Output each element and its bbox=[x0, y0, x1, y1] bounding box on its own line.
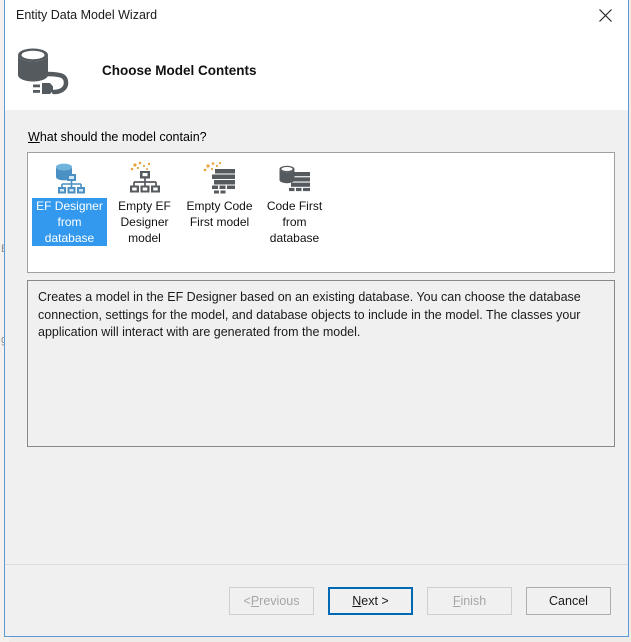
model-item-label: Code First from database bbox=[266, 199, 323, 245]
database-cable-icon bbox=[10, 41, 76, 101]
previous-button[interactable]: < Previous bbox=[229, 586, 314, 615]
dialog-footer: < Previous Next > Finish Cancel bbox=[5, 564, 628, 636]
database-hierarchy-icon bbox=[50, 160, 90, 198]
model-contents-label: What should the model contain? bbox=[28, 130, 207, 144]
model-contents-label-rest: hat should the model contain? bbox=[39, 130, 207, 144]
model-contents-label-accel: W bbox=[28, 130, 40, 144]
dialog-body: What should the model contain? EF Design… bbox=[5, 110, 628, 564]
next-button[interactable]: Next > bbox=[328, 586, 413, 615]
model-description-text: Creates a model in the EF Designer based… bbox=[38, 290, 581, 339]
model-description-box: Creates a model in the EF Designer based… bbox=[27, 280, 615, 447]
finish-button[interactable]: Finish bbox=[427, 586, 512, 615]
window-title: Entity Data Model Wizard bbox=[16, 8, 158, 22]
finish-button-rest: inish bbox=[460, 593, 487, 608]
database-code-list-icon bbox=[275, 160, 315, 198]
hierarchy-sparkle-icon bbox=[125, 160, 165, 198]
model-item-label: EF Designer from database bbox=[32, 198, 107, 246]
page-title: Choose Model Contents bbox=[102, 63, 257, 78]
cancel-button-label: Cancel bbox=[549, 593, 588, 608]
model-item-label: Empty Code First model bbox=[186, 199, 253, 229]
model-item-label: Empty EF Designer model bbox=[118, 199, 171, 245]
close-icon[interactable] bbox=[583, 0, 628, 30]
previous-button-accel: P bbox=[250, 593, 260, 608]
model-contents-listbox[interactable]: EF Designer from database Empty EF Desig… bbox=[27, 152, 615, 273]
next-button-accel: N bbox=[352, 593, 362, 608]
model-item-empty-code-first-model[interactable]: Empty Code First model bbox=[182, 157, 257, 230]
finish-button-accel: F bbox=[452, 593, 461, 608]
entity-data-model-wizard-dialog: Entity Data Model Wizard Choose Model Co… bbox=[4, 0, 629, 637]
code-list-sparkle-icon bbox=[200, 160, 240, 198]
previous-button-rest: revious bbox=[259, 593, 300, 608]
dialog-header: Choose Model Contents bbox=[5, 31, 628, 110]
previous-button-prefix: < bbox=[243, 593, 251, 608]
title-bar: Entity Data Model Wizard bbox=[5, 0, 628, 31]
cancel-button[interactable]: Cancel bbox=[526, 586, 611, 615]
next-button-rest: ext > bbox=[361, 593, 389, 608]
model-item-code-first-from-database[interactable]: Code First from database bbox=[257, 157, 332, 246]
model-item-ef-designer-from-database[interactable]: EF Designer from database bbox=[32, 157, 107, 246]
model-item-empty-ef-designer-model[interactable]: Empty EF Designer model bbox=[107, 157, 182, 246]
